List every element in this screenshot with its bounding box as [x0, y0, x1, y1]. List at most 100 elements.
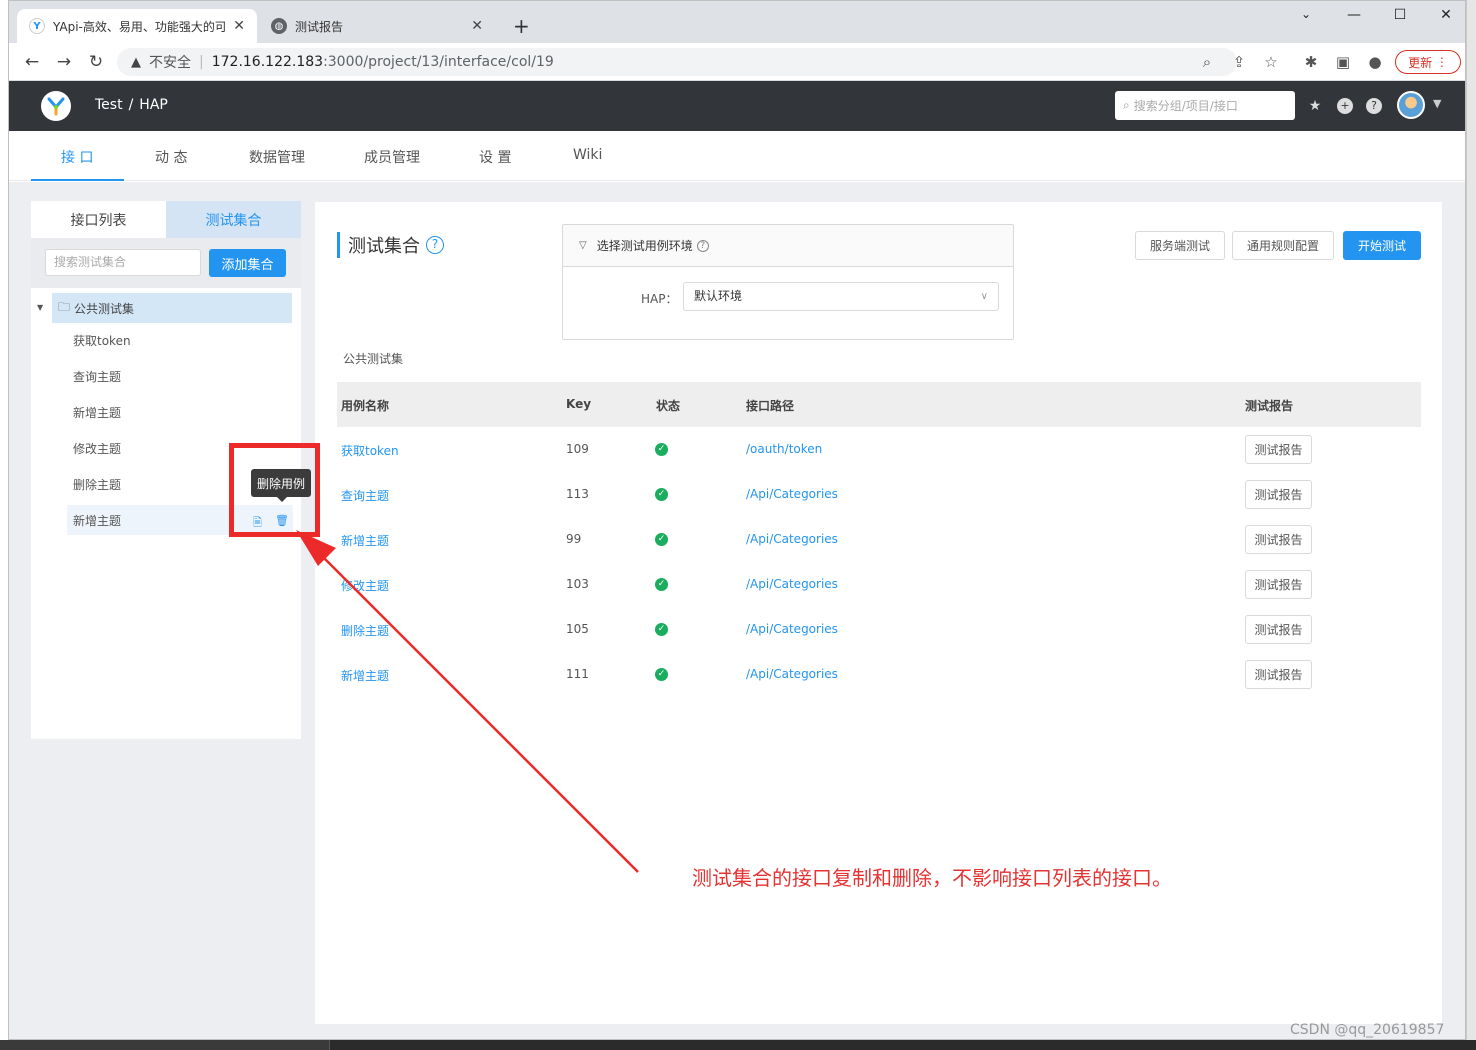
case-key: 99: [566, 532, 582, 546]
table-row: 新增主题 99 ✓ /Api/Categories 测试报告: [337, 517, 1421, 562]
global-search-input[interactable]: ⌕ 搜索分组/项目/接口: [1115, 91, 1295, 120]
tree-root-collection[interactable]: 🗀 公共测试集: [52, 293, 292, 323]
col-key: Key: [566, 397, 592, 411]
folder-icon: 🗀: [58, 299, 71, 314]
tab-interface[interactable]: 接 口: [61, 147, 93, 167]
close-tab-icon[interactable]: ✕: [471, 18, 483, 34]
case-path-link[interactable]: /Api/Categories: [746, 622, 838, 636]
case-name-link[interactable]: 新增主题: [341, 667, 389, 684]
tab-test-collection[interactable]: 测试集合: [166, 201, 301, 238]
col-path: 接口路径: [746, 399, 795, 413]
active-tab-indicator: [31, 179, 124, 181]
case-label: 新增主题: [73, 513, 122, 528]
zoom-icon[interactable]: ⌕: [1197, 53, 1217, 73]
sidebar-search-bar: 搜索测试集合 添加集合: [31, 238, 301, 288]
breadcrumb-group[interactable]: Test: [95, 97, 123, 113]
report-button[interactable]: 测试报告: [1245, 660, 1312, 689]
server-test-button[interactable]: 服务端测试: [1135, 231, 1225, 260]
report-button[interactable]: 测试报告: [1245, 570, 1312, 599]
desktop-edge: [1466, 0, 1476, 1050]
case-key: 113: [566, 487, 589, 501]
env-panel: ▽ 选择测试用例环境 ? HAP： 默认环境 ∨: [562, 224, 1014, 340]
tab-wiki[interactable]: Wiki: [573, 147, 602, 163]
tab-interface-list[interactable]: 接口列表: [31, 201, 166, 238]
tree-case-item[interactable]: 新增主题: [73, 397, 273, 427]
chevron-down-icon[interactable]: ▼: [1433, 97, 1441, 110]
check-circle-icon: ✓: [655, 488, 668, 501]
star-icon[interactable]: ★: [1307, 98, 1323, 114]
highlight-box: [229, 443, 320, 537]
col-report: 测试报告: [1245, 399, 1294, 413]
case-label: 新增主题: [73, 405, 122, 420]
case-name-link[interactable]: 删除主题: [341, 622, 389, 639]
chevron-down-icon: ∨: [980, 291, 988, 302]
share-icon[interactable]: ⇪: [1229, 53, 1249, 73]
report-button[interactable]: 测试报告: [1245, 480, 1312, 509]
app-header: Test / HAP ⌕ 搜索分组/项目/接口 ★ + ? ▼: [9, 81, 1465, 131]
case-name-link[interactable]: 新增主题: [341, 532, 389, 549]
minimize-button[interactable]: —: [1339, 7, 1369, 29]
report-button[interactable]: 测试报告: [1245, 525, 1312, 554]
check-circle-icon: ✓: [655, 668, 668, 681]
report-button[interactable]: 测试报告: [1245, 435, 1312, 464]
caret-down-icon[interactable]: ▼: [37, 303, 43, 312]
profile-icon[interactable]: ●: [1365, 53, 1385, 73]
reload-icon[interactable]: ↻: [85, 51, 107, 73]
avatar[interactable]: [1397, 91, 1425, 119]
tab-strip: Y YApi-高效、易用、功能强大的可 ✕ ◍ 测试报告 ✕ + ⌄ — ☐ ✕: [9, 1, 1465, 43]
tab-members[interactable]: 成员管理: [364, 147, 420, 167]
tree-case-item[interactable]: 获取token: [73, 325, 273, 355]
help-icon[interactable]: ?: [1366, 98, 1382, 114]
tab-yapi[interactable]: Y YApi-高效、易用、功能强大的可 ✕: [17, 9, 257, 43]
new-tab-button[interactable]: +: [501, 9, 535, 43]
extensions-icon[interactable]: ✱: [1301, 53, 1321, 73]
tab-settings[interactable]: 设 置: [479, 147, 511, 167]
project-nav: 接 口 动 态 数据管理 成员管理 设 置 Wiki: [9, 131, 1465, 181]
case-label: 获取token: [73, 333, 131, 348]
rules-config-button[interactable]: 通用规则配置: [1232, 231, 1334, 260]
case-path-link[interactable]: /Api/Categories: [746, 667, 838, 681]
maximize-button[interactable]: ☐: [1385, 7, 1415, 29]
env-panel-title: 选择测试用例环境: [596, 239, 693, 253]
start-test-button[interactable]: 开始测试: [1343, 231, 1421, 260]
sidepanel-icon[interactable]: ▣: [1333, 53, 1353, 73]
add-icon[interactable]: +: [1337, 98, 1353, 114]
env-label: HAP：: [641, 292, 678, 306]
check-circle-icon: ✓: [655, 443, 668, 456]
address-bar[interactable]: ▲ 不安全 | 172.16.122.183 :3000/project/13/…: [117, 48, 1237, 76]
close-window-button[interactable]: ✕: [1431, 7, 1461, 29]
col-name: 用例名称: [341, 399, 390, 413]
tree-case-item[interactable]: 查询主题: [73, 361, 273, 391]
tab-data[interactable]: 数据管理: [249, 147, 305, 167]
env-panel-header[interactable]: ▽ 选择测试用例环境 ?: [563, 225, 1013, 267]
close-tab-icon[interactable]: ✕: [233, 18, 245, 34]
tab-activity[interactable]: 动 态: [155, 147, 187, 167]
report-button[interactable]: 测试报告: [1245, 615, 1312, 644]
forward-icon[interactable]: →: [53, 51, 75, 73]
table-header: 用例名称 Key 状态 接口路径 测试报告: [337, 382, 1421, 427]
table-row: 获取token 109 ✓ /oauth/token 测试报告: [337, 427, 1421, 472]
browser-toolbar: ← → ↻ ▲ 不安全 | 172.16.122.183 :3000/proje…: [9, 43, 1465, 81]
yapi-favicon-icon: Y: [29, 18, 45, 34]
case-path-link[interactable]: /Api/Categories: [746, 532, 838, 546]
table-row: 新增主题 111 ✓ /Api/Categories 测试报告: [337, 652, 1421, 697]
case-name-link[interactable]: 修改主题: [341, 577, 389, 594]
add-collection-button[interactable]: 添加集合: [209, 249, 286, 277]
back-icon[interactable]: ←: [21, 51, 43, 73]
bookmark-star-icon[interactable]: ☆: [1261, 53, 1281, 73]
case-name-link[interactable]: 获取token: [341, 442, 399, 459]
question-circle-icon[interactable]: ?: [696, 239, 709, 252]
question-circle-icon[interactable]: ?: [426, 236, 444, 254]
tab-search-icon[interactable]: ⌄: [1291, 7, 1321, 29]
env-select[interactable]: 默认环境 ∨: [683, 282, 999, 311]
case-path-link[interactable]: /Api/Categories: [746, 487, 838, 501]
yapi-logo[interactable]: [41, 91, 71, 121]
case-name-link[interactable]: 查询主题: [341, 487, 389, 504]
case-path-link[interactable]: /oauth/token: [746, 442, 822, 456]
case-path-link[interactable]: /Api/Categories: [746, 577, 838, 591]
breadcrumb-project[interactable]: HAP: [139, 97, 168, 113]
collection-search-input[interactable]: 搜索测试集合: [45, 249, 201, 276]
tab-report[interactable]: ◍ 测试报告 ✕: [259, 9, 495, 43]
update-button[interactable]: 更新 ⋮: [1395, 50, 1461, 74]
yapi-logo-icon: [47, 97, 65, 116]
